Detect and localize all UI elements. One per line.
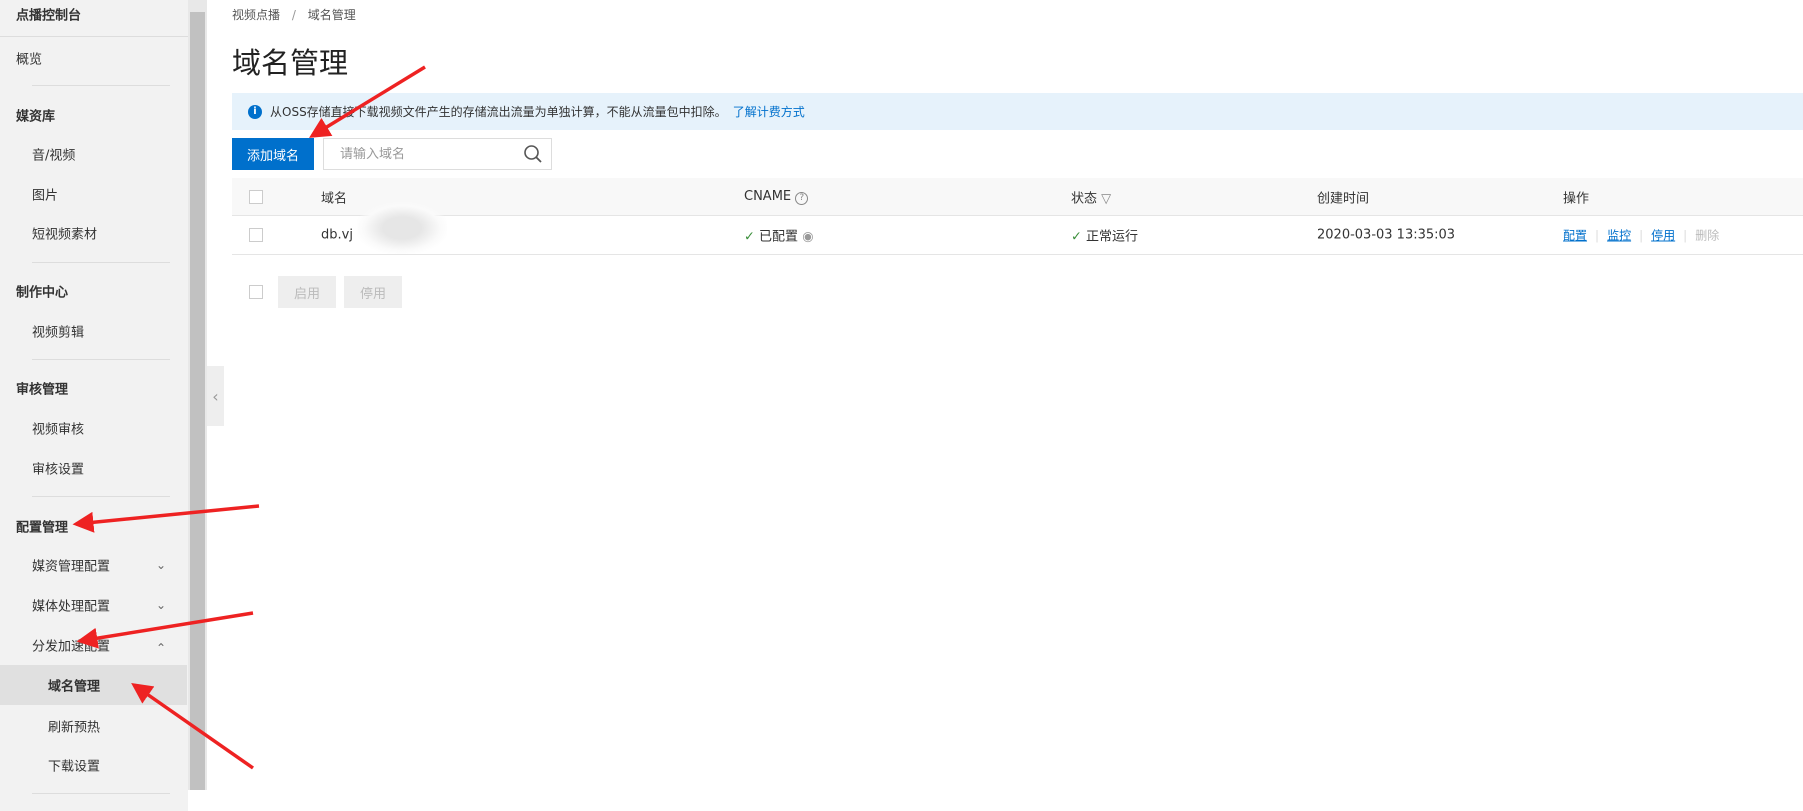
- help-icon[interactable]: ?: [795, 191, 809, 205]
- sidebar-item-overview[interactable]: 概览: [16, 49, 42, 68]
- console-title: 点播控制台: [16, 8, 82, 24]
- redacted-blur: [357, 202, 447, 254]
- divider: [32, 262, 170, 263]
- check-icon: ✓: [1071, 229, 1082, 245]
- header-status-label: 状态: [1071, 191, 1098, 206]
- bulk-disable-button: 停用: [344, 276, 402, 308]
- breadcrumb: 视频点播 / 域名管理: [232, 6, 356, 23]
- add-domain-button[interactable]: 添加域名: [232, 138, 314, 170]
- divider: [32, 496, 170, 497]
- search-box: [323, 138, 552, 170]
- delete-link: 删除: [1695, 228, 1720, 243]
- domain-value: db.vj: [321, 227, 353, 243]
- created-value: 2020-03-03 13:35:03: [1317, 227, 1456, 243]
- sidebar-item-images[interactable]: 图片: [32, 185, 58, 204]
- divider: [32, 85, 170, 86]
- sidebar-item-download[interactable]: 下载设置: [48, 756, 100, 775]
- row-checkbox[interactable]: [249, 228, 263, 242]
- divider: [0, 36, 188, 37]
- sidebar-item-video-edit[interactable]: 视频剪辑: [32, 322, 84, 341]
- header-created: 创建时间: [1317, 191, 1370, 206]
- table-row: db.vj ✓ 已配置 ◉ ✓ 正常运行 2020-03-03 13:35:03…: [232, 202, 1803, 255]
- info-text: 从OSS存储直接下载视频文件产生的存储流出流量为单独计算，不能从流量包中扣除。: [270, 105, 727, 119]
- sidebar-item-refresh[interactable]: 刷新预热: [48, 717, 100, 736]
- monitor-link[interactable]: 监控: [1607, 229, 1631, 243]
- sidebar-item-video-review[interactable]: 视频审核: [32, 419, 84, 438]
- row-actions: 配置 | 监控 | 停用 | 删除: [1563, 228, 1720, 243]
- chevron-left-icon: ‹: [212, 386, 219, 406]
- config-link[interactable]: 配置: [1563, 229, 1587, 243]
- sidebar-item-domain-mgmt-label: 域名管理: [48, 679, 101, 695]
- table-header: 域名 CNAME ? 状态 ▽ 创建时间 操作: [232, 178, 1803, 216]
- header-domain: 域名: [321, 191, 348, 206]
- breadcrumb-root[interactable]: 视频点播: [232, 8, 280, 22]
- domain-search-input[interactable]: [324, 146, 523, 162]
- section-config: 配置管理: [16, 520, 69, 536]
- breadcrumb-current: 域名管理: [307, 8, 356, 22]
- header-cname-label: CNAME: [744, 188, 792, 204]
- header-cname: CNAME ?: [744, 188, 809, 205]
- section-media-library: 媒资库: [16, 109, 56, 125]
- chevron-down-icon[interactable]: ⌄: [156, 598, 166, 612]
- divider: [32, 793, 170, 794]
- status-label: 正常运行: [1086, 229, 1139, 245]
- search-icon[interactable]: [523, 144, 543, 164]
- disable-link[interactable]: 停用: [1651, 229, 1675, 243]
- header-actions: 操作: [1563, 191, 1590, 206]
- status-value: ✓ 正常运行: [1071, 226, 1138, 245]
- sidebar: 点播控制台 概览 媒资库 音/视频 图片 短视频素材 制作中心 视频剪辑 审核管…: [0, 0, 188, 811]
- scrollbar-thumb[interactable]: [190, 12, 205, 790]
- select-all-checkbox[interactable]: [249, 189, 263, 204]
- billing-link[interactable]: 了解计费方式: [733, 103, 805, 120]
- collapse-sidebar-handle[interactable]: ‹: [207, 366, 224, 426]
- info-icon: i: [248, 104, 262, 119]
- bulk-enable-button: 启用: [278, 276, 336, 308]
- divider: [32, 359, 170, 360]
- cname-status: ✓ 已配置 ◉: [744, 226, 814, 245]
- filter-icon[interactable]: ▽: [1101, 191, 1111, 206]
- sidebar-item-processing-config[interactable]: 媒体处理配置: [32, 596, 110, 615]
- sidebar-item-audio-video[interactable]: 音/视频: [32, 145, 75, 164]
- sidebar-item-media-config[interactable]: 媒资管理配置: [32, 556, 110, 575]
- info-banner: i 从OSS存储直接下载视频文件产生的存储流出流量为单独计算，不能从流量包中扣除…: [232, 93, 1803, 130]
- section-review: 审核管理: [16, 382, 69, 398]
- sidebar-item-review-settings[interactable]: 审核设置: [32, 459, 84, 478]
- section-production: 制作中心: [16, 285, 69, 301]
- chevron-down-icon[interactable]: ⌄: [156, 558, 166, 572]
- check-icon: ✓: [744, 229, 755, 245]
- eye-icon[interactable]: ◉: [802, 230, 813, 245]
- cname-status-label: 已配置: [759, 229, 799, 245]
- header-status: 状态 ▽: [1071, 187, 1111, 206]
- chevron-up-icon[interactable]: ⌃: [156, 641, 166, 655]
- sidebar-item-short-video[interactable]: 短视频素材: [32, 224, 97, 243]
- bulk-select-checkbox[interactable]: [249, 285, 263, 299]
- page-title: 域名管理: [232, 46, 349, 80]
- breadcrumb-separator: /: [291, 8, 296, 22]
- sidebar-item-cdn-config[interactable]: 分发加速配置: [32, 636, 110, 655]
